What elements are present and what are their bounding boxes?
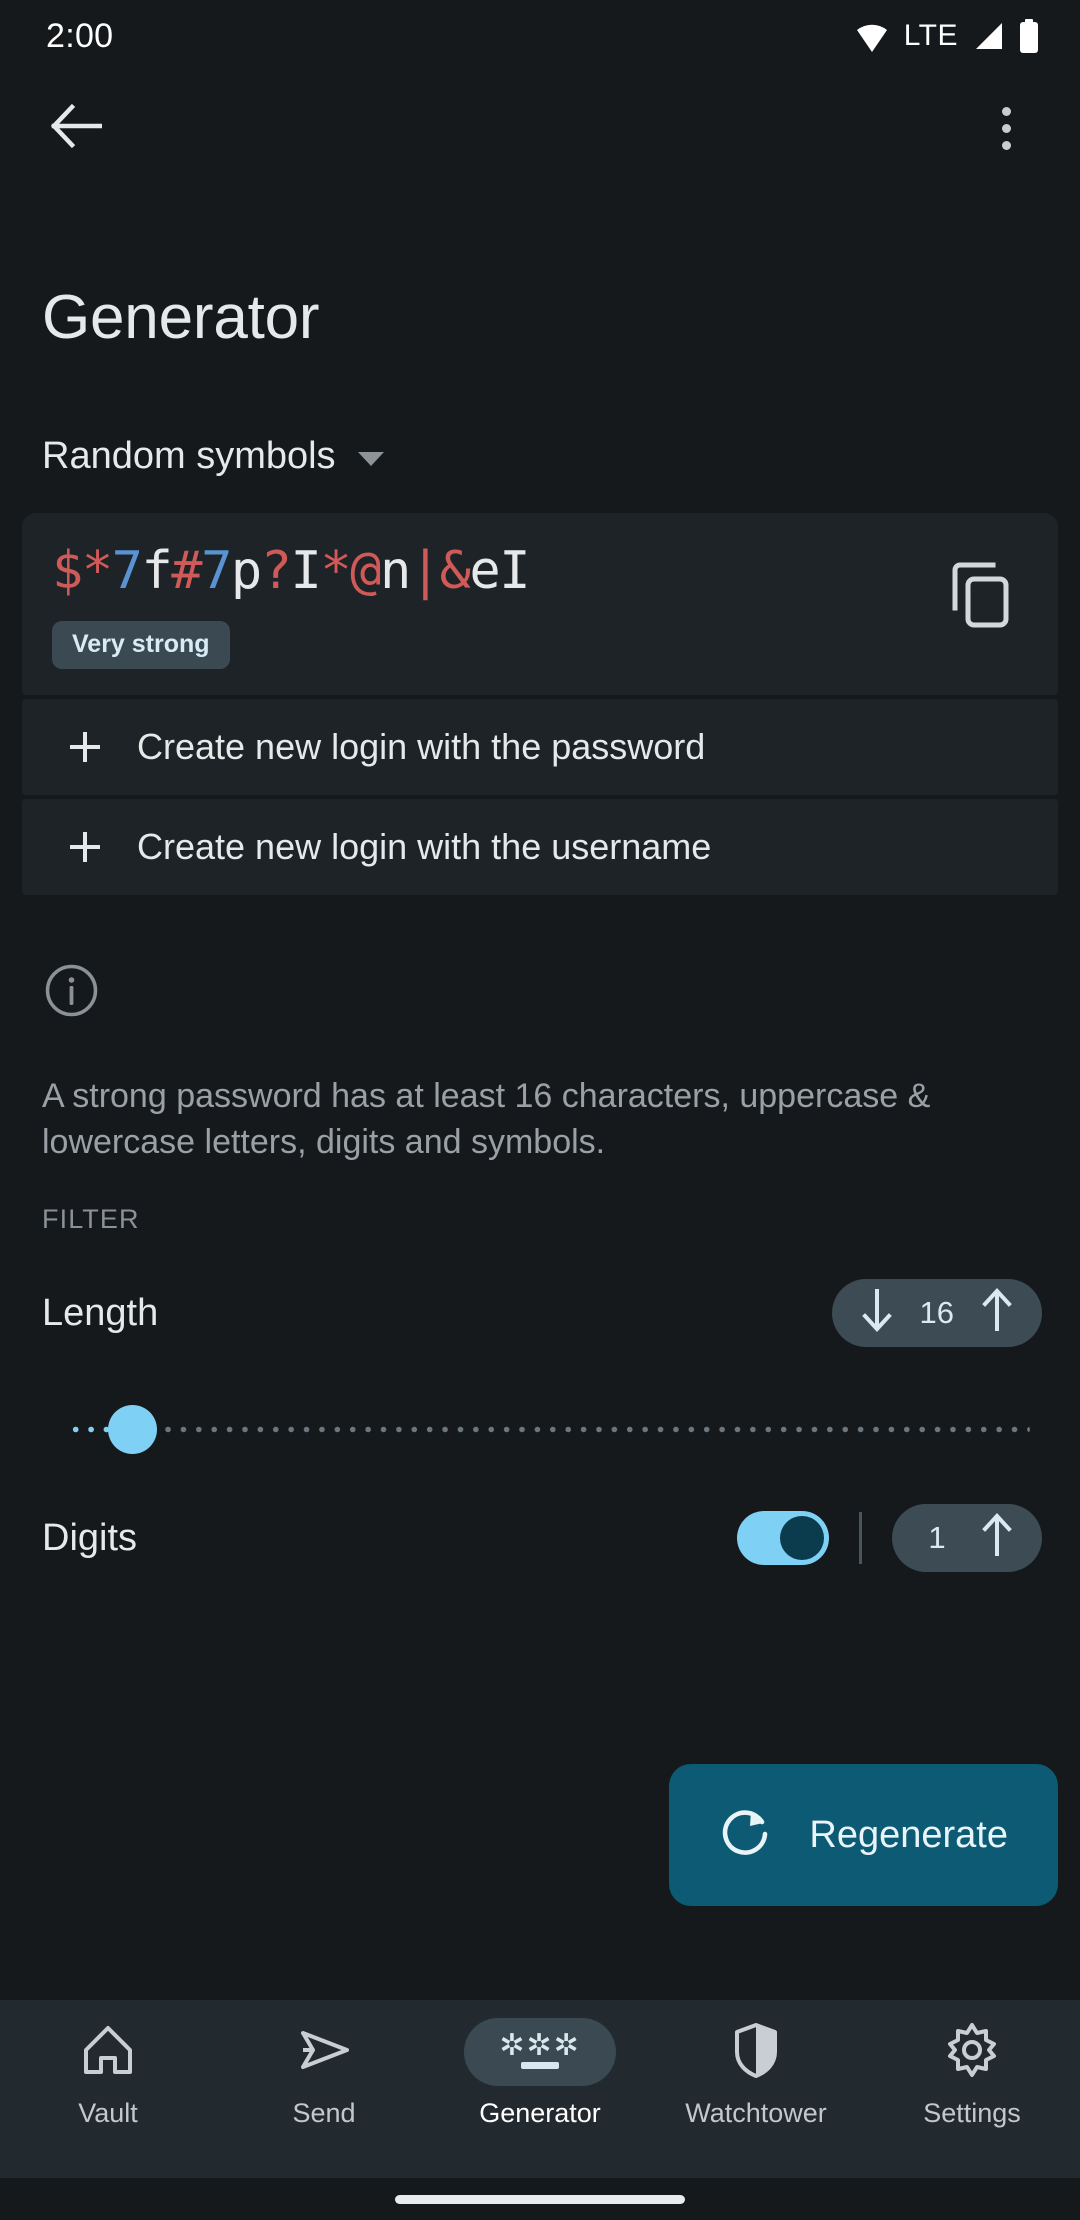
more-vertical-icon bbox=[1001, 106, 1011, 150]
password-char: e bbox=[469, 541, 500, 601]
regenerate-button[interactable]: Regenerate bbox=[669, 1764, 1058, 1906]
filter-section-label: FILTER bbox=[42, 1203, 140, 1234]
generator-type-value: Random symbols bbox=[42, 435, 336, 477]
network-type-label: LTE bbox=[903, 19, 958, 52]
length-slider[interactable] bbox=[22, 1399, 1058, 1459]
password-card-left: $*7f#7p?I*@n|&eI Very strong bbox=[52, 543, 932, 670]
generated-password-card[interactable]: $*7f#7p?I*@n|&eI Very strong bbox=[22, 513, 1058, 696]
plus-icon bbox=[70, 732, 100, 763]
info-circle-icon bbox=[44, 963, 1058, 1023]
password-char: n bbox=[379, 541, 411, 601]
nav-item-settings[interactable]: Settings bbox=[864, 2018, 1080, 2127]
nav-item-generator[interactable]: ✲✲✲ Generator bbox=[432, 2018, 648, 2127]
password-char: p bbox=[230, 541, 262, 601]
length-stepper[interactable]: 16 bbox=[831, 1278, 1042, 1347]
password-char: @ bbox=[350, 541, 381, 601]
app-bar bbox=[0, 72, 1080, 184]
shield-icon bbox=[729, 2021, 783, 2084]
password-strength-badge: Very strong bbox=[52, 621, 230, 670]
length-setting-row: Length 16 bbox=[22, 1278, 1058, 1347]
create-login-with-password-row[interactable]: Create new login with the password bbox=[22, 699, 1058, 796]
nav-item-watchtower[interactable]: Watchtower bbox=[648, 2018, 864, 2127]
generator-icon: ✲✲✲ bbox=[499, 2028, 581, 2069]
nav-label-generator: Generator bbox=[479, 2098, 601, 2128]
overflow-menu-button[interactable] bbox=[970, 92, 1042, 164]
nav-label-settings: Settings bbox=[923, 2098, 1021, 2128]
back-button[interactable] bbox=[40, 92, 112, 164]
arrow-down-icon bbox=[860, 1288, 894, 1337]
status-clock: 2:00 bbox=[46, 17, 114, 55]
password-char: 7 bbox=[111, 541, 143, 601]
nav-label-send: Send bbox=[292, 2098, 356, 2128]
digits-setting-row: Digits 1 bbox=[22, 1503, 1058, 1573]
generator-icon-stars: ✲✲✲ bbox=[499, 2028, 581, 2063]
signal-icon bbox=[972, 21, 1004, 51]
password-char: I bbox=[290, 541, 322, 601]
nav-item-vault[interactable]: Vault bbox=[0, 2018, 216, 2127]
battery-icon bbox=[1018, 19, 1040, 53]
nav-pill-send bbox=[248, 2018, 400, 2086]
password-char: # bbox=[171, 541, 202, 601]
nav-label-watchtower: Watchtower bbox=[685, 2098, 827, 2128]
home-icon bbox=[79, 2021, 137, 2084]
digits-increment-button[interactable] bbox=[980, 1513, 1014, 1562]
digits-controls: 1 bbox=[737, 1503, 1042, 1572]
digits-toggle[interactable] bbox=[737, 1510, 829, 1565]
password-char: * bbox=[320, 541, 351, 601]
password-char: I bbox=[499, 541, 530, 601]
send-icon bbox=[295, 2021, 353, 2084]
slider-thumb[interactable] bbox=[108, 1404, 157, 1454]
digits-value: 1 bbox=[928, 1520, 946, 1556]
page-title: Generator bbox=[42, 283, 320, 352]
password-char: $ bbox=[52, 541, 83, 601]
generator-type-selector[interactable]: Random symbols bbox=[42, 437, 1058, 475]
nav-pill-watchtower bbox=[680, 2018, 832, 2086]
chevron-down-icon bbox=[357, 451, 384, 466]
gesture-pill[interactable] bbox=[395, 2194, 685, 2204]
digits-divider bbox=[859, 1511, 862, 1564]
digits-stepper[interactable]: 1 bbox=[892, 1503, 1042, 1572]
status-bar: 2:00 LTE bbox=[0, 0, 1080, 72]
copy-password-button[interactable] bbox=[932, 549, 1028, 645]
generated-password-text: $*7f#7p?I*@n|&eI bbox=[52, 543, 932, 599]
nav-pill-settings bbox=[896, 2018, 1048, 2086]
wifi-icon bbox=[854, 20, 890, 52]
refresh-icon bbox=[717, 1804, 775, 1867]
create-login-with-username-label: Create new login with the username bbox=[137, 826, 712, 868]
create-login-with-password-label: Create new login with the password bbox=[137, 726, 706, 768]
nav-item-send[interactable]: Send bbox=[216, 2018, 432, 2127]
regenerate-label: Regenerate bbox=[809, 1814, 1008, 1856]
digits-toggle-knob bbox=[780, 1515, 824, 1560]
length-decrement-button[interactable] bbox=[860, 1288, 894, 1337]
password-char: | bbox=[409, 541, 441, 601]
length-increment-button[interactable] bbox=[980, 1288, 1014, 1337]
password-char: 7 bbox=[201, 541, 232, 601]
password-char: & bbox=[439, 541, 471, 601]
status-icon-group: LTE bbox=[854, 19, 1040, 53]
nav-label-vault: Vault bbox=[78, 2098, 138, 2128]
password-help-text: A strong password has at least 16 charac… bbox=[42, 1077, 931, 1162]
password-char: f bbox=[141, 541, 172, 601]
generator-screen: 2:00 LTE Generator Random symbols $*7f#7… bbox=[0, 0, 1080, 2220]
arrow-up-icon bbox=[980, 1288, 1014, 1337]
gear-icon bbox=[943, 2021, 1001, 2084]
length-label: Length bbox=[42, 1291, 159, 1334]
bottom-navigation: Vault Send ✲✲✲ Generator Watchtower Sett… bbox=[0, 2000, 1080, 2178]
generator-icon-bar bbox=[520, 2062, 559, 2069]
create-login-with-username-row[interactable]: Create new login with the username bbox=[22, 799, 1058, 896]
digits-label: Digits bbox=[42, 1516, 138, 1559]
main-content: Generator Random symbols $*7f#7p?I*@n|&e… bbox=[0, 184, 1080, 2000]
back-arrow-icon bbox=[50, 103, 103, 154]
length-value: 16 bbox=[919, 1295, 954, 1331]
nav-pill-vault bbox=[32, 2018, 184, 2086]
gesture-bar bbox=[0, 2178, 1080, 2220]
arrow-up-icon bbox=[980, 1513, 1014, 1562]
slider-track bbox=[68, 1424, 1030, 1434]
password-char: * bbox=[81, 541, 113, 601]
plus-icon bbox=[70, 832, 100, 863]
copy-icon bbox=[949, 562, 1011, 633]
password-char: ? bbox=[260, 541, 292, 601]
nav-pill-generator: ✲✲✲ bbox=[464, 2018, 616, 2086]
